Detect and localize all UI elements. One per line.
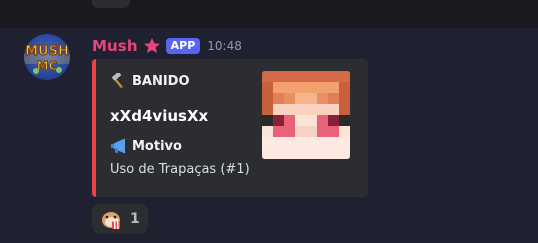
hamster-popcorn-emoji: [102, 212, 120, 229]
embed-field-label: Motivo: [132, 138, 182, 154]
embed-author: BANIDO: [110, 73, 190, 89]
app-tag: APP: [165, 38, 201, 54]
embed-field-name: Motivo: [110, 138, 182, 154]
embed-author-name: BANIDO: [132, 73, 190, 89]
hammer-icon: [112, 73, 123, 88]
embed-title: xXd4viusXx: [110, 107, 209, 125]
svg-text:MC: MC: [37, 59, 58, 73]
embed-field-value: Uso de Trapaças (#1): [110, 162, 250, 177]
ban-embed: BANIDO xXd4viusXx Motivo Uso de Trapaças…: [92, 59, 368, 197]
minecraft-player-head[interactable]: [262, 71, 350, 159]
message-header: Mush APP 10:48: [92, 36, 242, 56]
svg-text:MUSH: MUSH: [25, 44, 69, 59]
username[interactable]: Mush: [92, 37, 138, 55]
message: MUSH MC Mush APP 10:48 BANIDO xXd4viusXx: [0, 28, 538, 243]
previous-message-area: [0, 0, 538, 28]
pink-star-icon[interactable]: [143, 37, 161, 55]
reaction-count: 1: [130, 211, 140, 227]
reaction-button[interactable]: 1: [92, 204, 148, 234]
previous-reaction[interactable]: [92, 0, 130, 8]
mush-logo-avatar[interactable]: MUSH MC: [24, 34, 70, 80]
message-timestamp[interactable]: 10:48: [207, 39, 242, 53]
megaphone-icon: [111, 138, 125, 154]
